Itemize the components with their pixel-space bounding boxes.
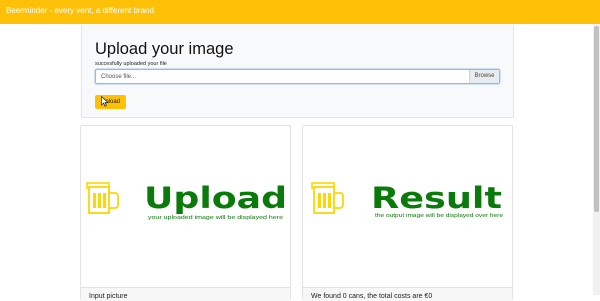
image-heading: Upload <box>144 181 287 215</box>
result-card: Result the output image will be displaye… <box>302 125 513 301</box>
page-title: Upload your image <box>95 40 234 58</box>
navbar-brand[interactable]: Beerminder - every vent, a different bra… <box>6 6 154 16</box>
scrollbar-thumb[interactable] <box>594 26 599 212</box>
beer-mug-icon <box>311 182 344 214</box>
result-placeholder-image: Result the output image will be displaye… <box>311 181 503 219</box>
input-card: Upload your uploaded image will be displ… <box>80 125 291 301</box>
image-subtitle: the output image will be displayed over … <box>375 213 503 219</box>
card-footer: We found 0 cans, the total costs are €0 <box>303 287 512 301</box>
file-input-placeholder: Choose file... <box>101 74 137 80</box>
image-heading: Result <box>371 181 502 215</box>
input-placeholder-image: Upload your uploaded image will be displ… <box>86 181 287 221</box>
browse-button[interactable]: Browse <box>469 70 499 83</box>
image-subtitle: your uploaded image will be displayed he… <box>148 215 283 221</box>
mouse-pointer-icon <box>101 96 109 107</box>
file-input[interactable]: Choose file... Browse <box>95 69 500 84</box>
card-footer: Input picture <box>81 287 290 301</box>
upload-status-message: succesfully uploaded your file <box>95 61 167 67</box>
input-caption: Input picture <box>89 293 128 300</box>
upload-button[interactable]: Upload <box>95 95 126 109</box>
upload-panel: Upload your image succesfully uploaded y… <box>81 25 514 118</box>
page-scrollbar[interactable] <box>593 24 600 295</box>
result-caption: We found 0 cans, the total costs are €0 <box>311 293 433 300</box>
navbar: Beerminder - every vent, a different bra… <box>0 0 600 24</box>
beer-mug-icon <box>86 182 119 214</box>
